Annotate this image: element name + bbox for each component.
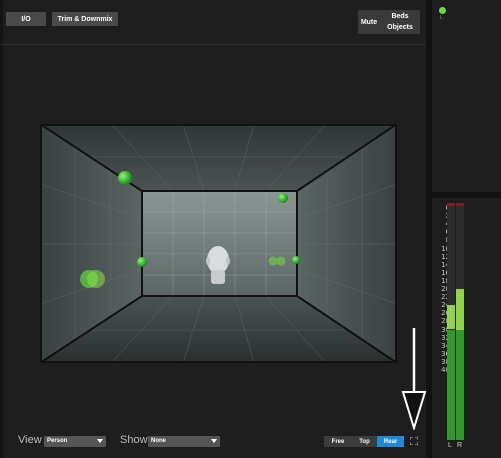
- mute-beds-button[interactable]: Beds: [380, 11, 420, 22]
- io-button[interactable]: I/O: [6, 12, 46, 26]
- meter-hold-fill: [447, 329, 455, 440]
- mute-group: Mute Beds Objects: [358, 10, 420, 34]
- mute-button[interactable]: Mute: [358, 10, 380, 34]
- view-label: View: [18, 434, 42, 446]
- top-meter-panel: [432, 0, 501, 192]
- header-divider: [0, 44, 426, 45]
- fullscreen-expand-icon[interactable]: [410, 437, 418, 445]
- camera-free-button[interactable]: Free: [324, 436, 352, 447]
- mute-objects-button[interactable]: Objects: [380, 22, 420, 33]
- chevron-down-icon: [97, 439, 103, 443]
- meter-peak-indicator: [456, 203, 464, 206]
- meter-peak-indicator: [447, 203, 455, 206]
- camera-rear-button[interactable]: Rear: [377, 436, 404, 447]
- show-label: Show: [120, 434, 148, 446]
- meter-channel-label: L: [448, 442, 452, 449]
- camera-top-button[interactable]: Top: [352, 436, 377, 447]
- meter-hold-fill: [456, 329, 464, 440]
- left-edge: [0, 0, 3, 458]
- trim-downmix-button[interactable]: Trim & Downmix: [52, 12, 118, 26]
- chevron-down-icon: [211, 439, 217, 443]
- show-select[interactable]: None: [148, 436, 220, 447]
- room-render: [40, 124, 397, 363]
- view-select-value: Person: [47, 438, 68, 444]
- view-select[interactable]: Person: [44, 436, 106, 447]
- meter-level-fill: [456, 289, 464, 330]
- annotation-arrow-icon: [401, 328, 427, 430]
- signal-led-icon: [439, 7, 446, 14]
- show-select-value: None: [151, 438, 166, 444]
- meter-level-fill: [447, 305, 455, 330]
- meter-channel-label: R: [457, 442, 463, 449]
- top-meter-channel-label: L: [440, 15, 443, 21]
- room-3d-view[interactable]: [40, 124, 397, 363]
